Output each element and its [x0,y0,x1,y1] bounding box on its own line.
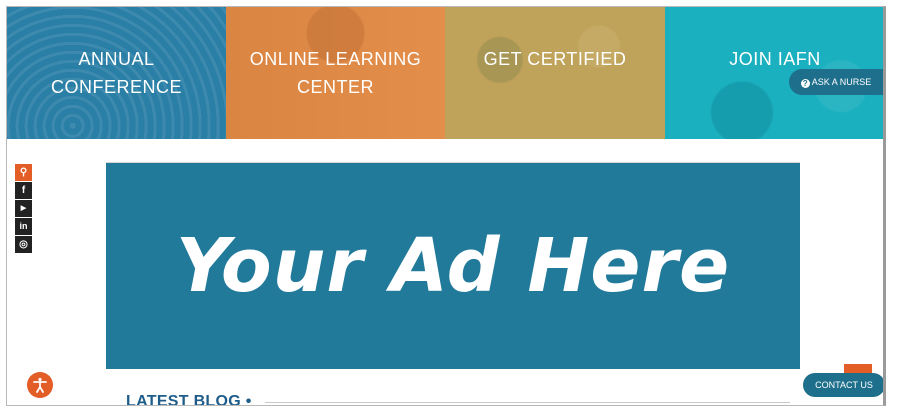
tile-label: ONLINE LEARNING CENTER [249,49,422,97]
accessibility-button[interactable] [27,372,53,398]
latest-blog-divider [265,402,790,403]
ask-a-nurse-label: ASK A NURSE [811,77,872,87]
tile-online-learning-center[interactable]: ONLINE LEARNING CENTER [226,7,445,139]
youtube-icon[interactable]: ▶ [15,200,32,217]
browser-frame: ANNUAL CONFERENCE ONLINE LEARNING CENTER… [6,6,886,406]
tile-photo-overlay [445,7,665,139]
tile-label: ANNUAL CONFERENCE [50,49,182,97]
latest-blog-heading: LATEST BLOG • [126,393,252,406]
search-icon[interactable]: ⚲ [15,164,32,181]
contact-us-button[interactable]: CONTACT US [803,373,883,397]
tile-get-certified[interactable]: GET CERTIFIED [445,7,665,139]
linkedin-icon[interactable]: in [15,218,32,235]
feature-tiles: ANNUAL CONFERENCE ONLINE LEARNING CENTER… [7,7,883,139]
ad-text: Your Ad Here [175,223,731,309]
facebook-icon[interactable]: f [15,182,32,199]
accessibility-icon [33,377,47,393]
question-circle-icon: ? [800,79,810,88]
tile-label: GET CERTIFIED [483,49,627,69]
ad-banner[interactable]: Your Ad Here [106,163,800,369]
social-sidebar: ⚲ f ▶ in ◎ [15,164,32,254]
tile-annual-conference[interactable]: ANNUAL CONFERENCE [7,7,226,139]
instagram-icon[interactable]: ◎ [15,236,32,253]
ask-a-nurse-button[interactable]: ? ASK A NURSE [789,69,883,95]
